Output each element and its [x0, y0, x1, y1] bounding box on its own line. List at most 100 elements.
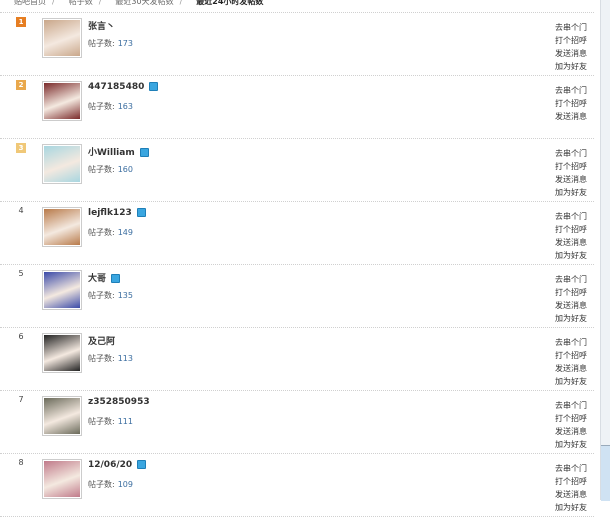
user-row: 2 447185480 帖子数: 163 去串个门 打个招呼 发送消息 [0, 76, 594, 139]
add-friend-link[interactable]: 加为好友 [555, 60, 587, 73]
avatar-image [44, 83, 80, 119]
post-count: 帖子数: 160 [88, 164, 133, 175]
add-friend-link[interactable]: 加为好友 [555, 312, 587, 325]
ranking-list: 1 张言丶 帖子数: 173 去串个门 打个招呼 发送消息 加为好友 2 447185480 帖子数… [0, 12, 594, 517]
username-link[interactable]: lejflk123 [88, 208, 146, 218]
username-link[interactable]: z352850953 [88, 397, 150, 407]
message-link[interactable]: 发送消息 [555, 47, 587, 60]
username-text: 大哥 [88, 274, 107, 284]
message-link[interactable]: 发送消息 [555, 488, 587, 501]
rank-number: 7 [18, 395, 24, 404]
message-link[interactable]: 发送消息 [555, 110, 587, 123]
add-friend-link[interactable]: 加为好友 [555, 186, 587, 199]
avatar[interactable] [42, 81, 82, 121]
avatar[interactable] [42, 207, 82, 247]
breadcrumb-item[interactable]: 帖子数 [69, 0, 93, 6]
breadcrumb-separator: / [98, 0, 102, 6]
username-link[interactable]: 447185480 [88, 82, 159, 92]
greet-link[interactable]: 打个招呼 [555, 34, 587, 47]
greet-link[interactable]: 打个招呼 [555, 412, 587, 425]
vip-icon [139, 148, 149, 157]
user-actions: 去串个门 打个招呼 发送消息 加为好友 [555, 273, 587, 325]
username-link[interactable]: 大哥 [88, 271, 121, 284]
avatar-image [44, 335, 80, 371]
vip-icon [111, 274, 121, 283]
greet-link[interactable]: 打个招呼 [555, 349, 587, 362]
avatar-image [44, 461, 80, 497]
user-actions: 去串个门 打个招呼 发送消息 加为好友 [555, 399, 587, 451]
post-count-label: 帖子数: [88, 228, 115, 237]
add-friend-link[interactable]: 加为好友 [555, 438, 587, 451]
post-count-label: 帖子数: [88, 39, 115, 48]
message-link[interactable]: 发送消息 [555, 299, 587, 312]
greet-link[interactable]: 打个招呼 [555, 475, 587, 488]
vip-icon [137, 460, 147, 469]
username-link[interactable]: 小William [88, 145, 149, 158]
post-count-label: 帖子数: [88, 165, 115, 174]
greet-link[interactable]: 打个招呼 [555, 160, 587, 173]
username-text: 及己阿 [88, 337, 116, 347]
user-actions: 去串个门 打个招呼 发送消息 加为好友 [555, 462, 587, 514]
side-widget[interactable] [601, 445, 610, 501]
post-count: 帖子数: 111 [88, 416, 133, 427]
avatar[interactable] [42, 144, 82, 184]
breadcrumb-separator: / [179, 0, 183, 6]
user-actions: 去串个门 打个招呼 发送消息 加为好友 [555, 210, 587, 262]
greet-link[interactable]: 打个招呼 [555, 223, 587, 236]
breadcrumb-item[interactable]: 最近30天发帖数 [115, 0, 173, 6]
add-friend-link[interactable]: 加为好友 [555, 501, 587, 514]
visit-link[interactable]: 去串个门 [555, 273, 587, 286]
avatar[interactable] [42, 333, 82, 373]
user-row: 7 z352850953 帖子数: 111 去串个门 打个招呼 发送消息 加为好友 [0, 391, 594, 454]
post-count: 帖子数: 109 [88, 479, 133, 490]
add-friend-link[interactable]: 加为好友 [555, 249, 587, 262]
rank-badge: 2 [16, 80, 26, 90]
avatar[interactable] [42, 18, 82, 58]
avatar-image [44, 20, 80, 56]
avatar-image [44, 146, 80, 182]
post-count-label: 帖子数: [88, 291, 115, 300]
username-link[interactable]: 张言丶 [88, 19, 115, 32]
message-link[interactable]: 发送消息 [555, 425, 587, 438]
avatar[interactable] [42, 459, 82, 499]
breadcrumb-item[interactable]: 最近24小时发帖数 [196, 0, 263, 6]
visit-link[interactable]: 去串个门 [555, 147, 587, 160]
user-row: 3 小William 帖子数: 160 去串个门 打个招呼 发送消息 加为好友 [0, 139, 594, 202]
vip-icon [136, 208, 146, 217]
greet-link[interactable]: 打个招呼 [555, 97, 587, 110]
avatar-image [44, 209, 80, 245]
message-link[interactable]: 发送消息 [555, 362, 587, 375]
add-friend-link[interactable]: 加为好友 [555, 375, 587, 388]
message-link[interactable]: 发送消息 [555, 173, 587, 186]
breadcrumb-item[interactable]: 贴吧首页 [14, 0, 46, 6]
visit-link[interactable]: 去串个门 [555, 462, 587, 475]
post-count: 帖子数: 135 [88, 290, 133, 301]
visit-link[interactable]: 去串个门 [555, 210, 587, 223]
avatar[interactable] [42, 396, 82, 436]
scrollbar[interactable] [600, 0, 610, 501]
post-count-label: 帖子数: [88, 480, 115, 489]
user-actions: 去串个门 打个招呼 发送消息 加为好友 [555, 147, 587, 199]
post-count-value: 160 [117, 165, 133, 174]
visit-link[interactable]: 去串个门 [555, 21, 587, 34]
post-count-value: 163 [117, 102, 133, 111]
post-count-value: 113 [117, 354, 133, 363]
visit-link[interactable]: 去串个门 [555, 399, 587, 412]
greet-link[interactable]: 打个招呼 [555, 286, 587, 299]
post-count-label: 帖子数: [88, 417, 115, 426]
username-link[interactable]: 12/06/20 [88, 460, 147, 470]
user-row: 8 12/06/20 帖子数: 109 去串个门 打个招呼 发送消息 加为好友 [0, 454, 594, 517]
username-text: lejflk123 [88, 208, 132, 218]
username-text: 张言丶 [88, 22, 116, 32]
post-count: 帖子数: 113 [88, 353, 133, 364]
visit-link[interactable]: 去串个门 [555, 84, 587, 97]
username-link[interactable]: 及己阿 [88, 334, 115, 347]
post-count-value: 109 [117, 480, 133, 489]
post-count: 帖子数: 173 [88, 38, 133, 49]
user-row: 1 张言丶 帖子数: 173 去串个门 打个招呼 发送消息 加为好友 [0, 12, 594, 76]
rank-number: 5 [18, 269, 24, 278]
username-text: z352850953 [88, 397, 150, 407]
visit-link[interactable]: 去串个门 [555, 336, 587, 349]
avatar[interactable] [42, 270, 82, 310]
message-link[interactable]: 发送消息 [555, 236, 587, 249]
